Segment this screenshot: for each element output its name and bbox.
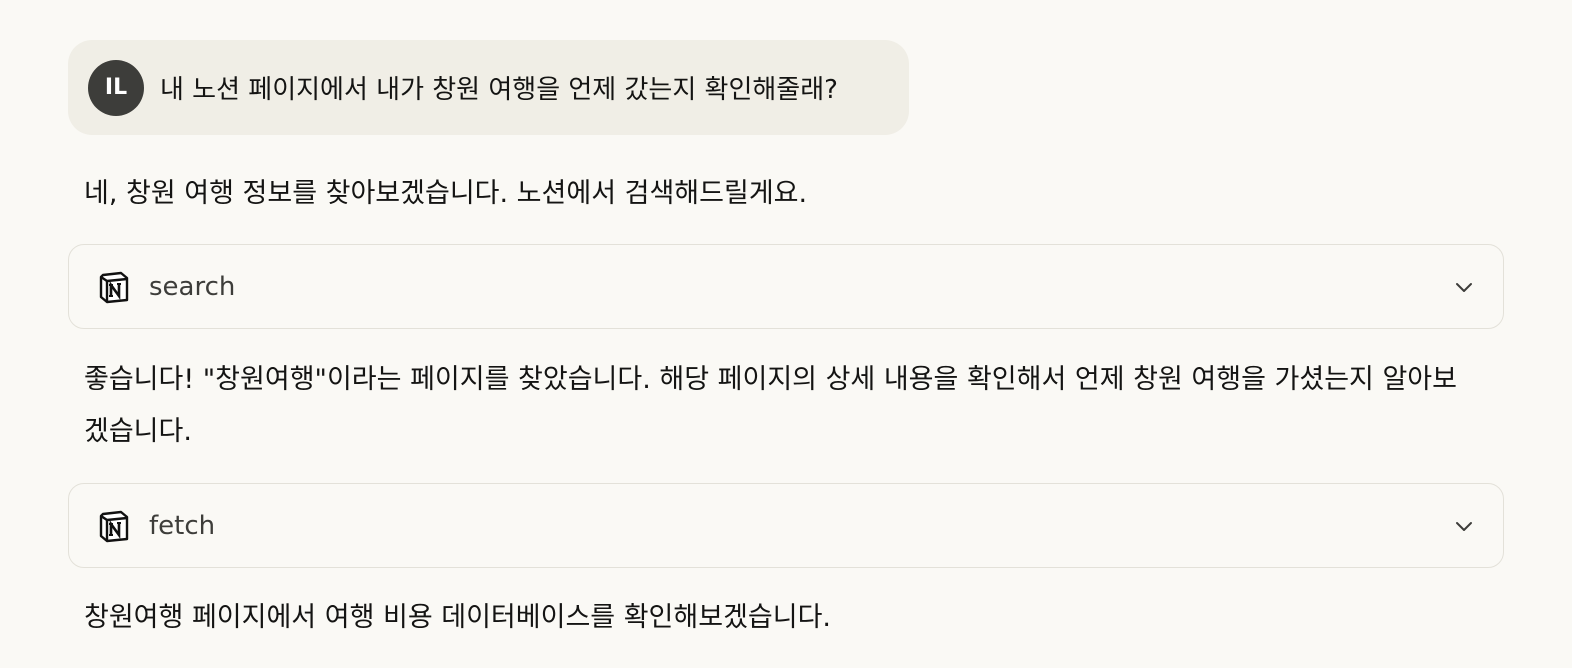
tool-name: fetch xyxy=(149,510,216,541)
tool-call-fetch[interactable]: fetch xyxy=(68,483,1504,568)
tool-call-search[interactable]: search xyxy=(68,244,1504,329)
chat-transcript: IL 내 노션 페이지에서 내가 창원 여행을 언제 갔는지 확인해줄래? 네,… xyxy=(0,0,1572,668)
assistant-message-3: 창원여행 페이지에서 여행 비용 데이터베이스를 확인해보겠습니다. xyxy=(84,602,832,633)
chevron-down-icon[interactable] xyxy=(1453,515,1475,537)
user-message-bubble: IL 내 노션 페이지에서 내가 창원 여행을 언제 갔는지 확인해줄래? xyxy=(68,40,909,135)
assistant-message-2: 좋습니다! "창원여행"이라는 페이지를 찾았습니다. 해당 페이지의 상세 내… xyxy=(84,364,1457,447)
user-avatar[interactable]: IL xyxy=(88,59,144,116)
assistant-message-1: 네, 창원 여행 정보를 찾아보겠습니다. 노션에서 검색해드릴게요. xyxy=(84,178,808,209)
chevron-down-icon[interactable] xyxy=(1453,276,1475,298)
notion-icon xyxy=(99,271,129,303)
tool-name: search xyxy=(149,271,236,302)
user-message-text: 내 노션 페이지에서 내가 창원 여행을 언제 갔는지 확인해줄래? xyxy=(160,75,838,105)
notion-icon xyxy=(99,510,129,542)
